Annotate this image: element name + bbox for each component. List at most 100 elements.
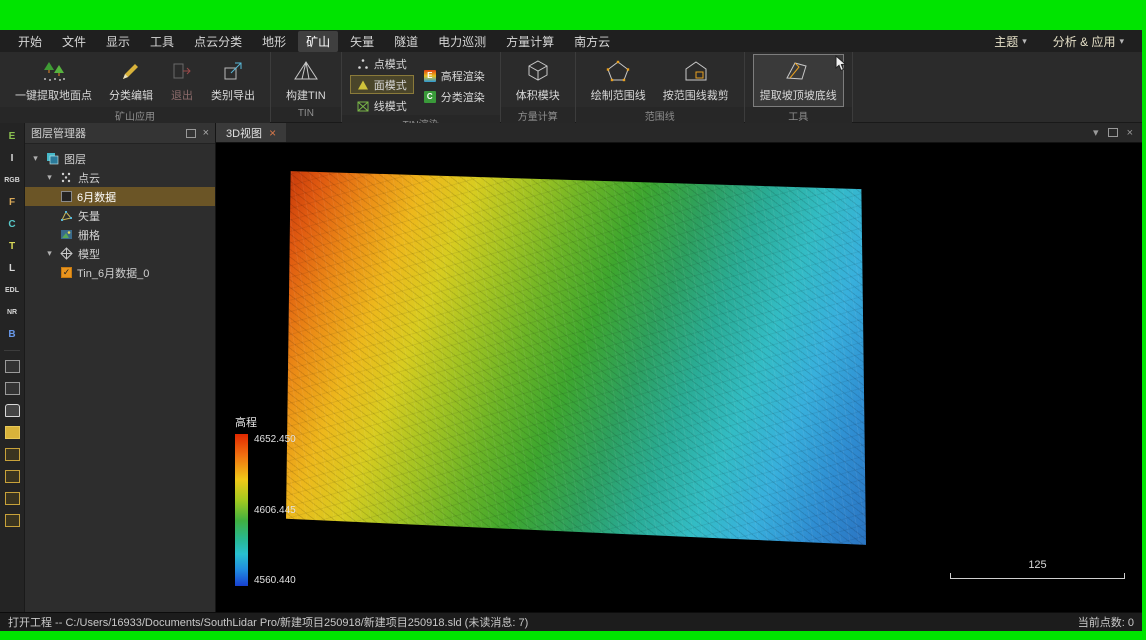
menu-item-tools[interactable]: 工具 xyxy=(142,31,182,52)
tree-row-model[interactable]: ▾ 模型 xyxy=(25,244,215,263)
extract-ground-label: 一键提取地面点 xyxy=(15,87,92,103)
chevron-down-icon: ▾ xyxy=(1022,36,1027,47)
sidebar-tool-f[interactable]: F xyxy=(3,194,21,211)
menu-item-volume[interactable]: 方量计算 xyxy=(498,31,562,52)
layer-panel-title: 图层管理器 xyxy=(31,125,86,141)
extract-slope-lines-button[interactable]: 提取坡顶坡底线 xyxy=(753,54,844,107)
tree-row-layers[interactable]: ▾ 图层 xyxy=(25,149,215,168)
extract-ground-button[interactable]: 一键提取地面点 xyxy=(8,54,99,107)
tree-row-vector[interactable]: ▾ 矢量 xyxy=(25,206,215,225)
cube-icon xyxy=(5,426,20,439)
scale-bar-label: 125 xyxy=(950,559,1125,571)
exit-button[interactable]: 退出 xyxy=(163,54,201,107)
slope-prism-icon xyxy=(784,58,812,84)
menu-item-pointcloud-classify[interactable]: 点云分类 xyxy=(186,31,250,52)
theme-menu[interactable]: 主题 ▾ xyxy=(986,31,1035,52)
tab-3d-view[interactable]: 3D视图 × xyxy=(216,123,286,142)
sidebar-tool-l[interactable]: L xyxy=(3,260,21,277)
menu-item-file[interactable]: 文件 xyxy=(54,31,94,52)
sidebar-tool-intensity[interactable]: I xyxy=(3,150,21,167)
sidebar-tool-b[interactable]: B xyxy=(3,326,21,343)
volume-module-label: 体积模块 xyxy=(516,87,560,103)
sidebar-tool-elevation[interactable]: E xyxy=(3,128,21,145)
status-point-count: 当前点数: 0 xyxy=(1078,614,1134,630)
tin-layer-checkbox[interactable]: ✓ xyxy=(61,267,72,278)
close-icon[interactable]: × xyxy=(203,127,209,139)
view-tab-controls: ▾ × xyxy=(1093,123,1142,142)
menu-item-vector[interactable]: 矢量 xyxy=(342,31,382,52)
menu-item-terrain[interactable]: 地形 xyxy=(254,31,294,52)
pentagon-icon xyxy=(605,58,631,84)
elevation-legend: 高程 4652.450 4606.445 4560.440 xyxy=(235,414,296,586)
menu-item-southcloud[interactable]: 南方云 xyxy=(566,31,618,52)
sidebar-tool-box-2[interactable] xyxy=(3,468,21,485)
group-label-tin: TIN xyxy=(271,107,341,122)
terrain-elevation-render[interactable] xyxy=(286,157,866,559)
class-render-button[interactable]: C 分类渲染 xyxy=(417,87,492,106)
point-mode-icon xyxy=(357,58,369,70)
model-group-label: 模型 xyxy=(78,246,100,262)
sidebar-tool-rgb[interactable]: RGB xyxy=(3,172,21,189)
box-icon xyxy=(5,514,20,527)
viewport-3d: 3D视图 × ▾ × 高程 4652.450 xyxy=(216,123,1142,612)
chevron-down-icon: ▾ xyxy=(1119,36,1124,47)
build-tin-label: 构建TIN xyxy=(286,87,326,103)
extract-slope-lines-label: 提取坡顶坡底线 xyxy=(760,87,837,103)
legend-max-value: 4652.450 xyxy=(254,434,296,445)
sidebar-tool-brush[interactable] xyxy=(3,358,21,375)
june-data-checkbox[interactable] xyxy=(61,191,72,202)
dock-icon[interactable] xyxy=(186,129,196,138)
menu-item-start[interactable]: 开始 xyxy=(10,31,50,52)
tab-close-icon[interactable]: × xyxy=(269,126,276,140)
layer-manager-panel: 图层管理器 × ▾ 图层 xyxy=(25,123,216,612)
face-mode-button[interactable]: 面模式 xyxy=(350,75,414,94)
sidebar-tool-box-4[interactable] xyxy=(3,512,21,529)
draw-boundary-button[interactable]: 绘制范围线 xyxy=(584,54,653,107)
export-arrow-icon xyxy=(221,58,245,84)
tree-row-pointcloud[interactable]: ▾ 点云 xyxy=(25,168,215,187)
trees-icon xyxy=(41,58,67,84)
ribbon-group-mine-apps: 一键提取地面点 分类编辑 xyxy=(0,52,271,122)
tree-row-raster[interactable]: ▾ 栅格 xyxy=(25,225,215,244)
expander-icon[interactable]: ▾ xyxy=(45,172,54,183)
color-ramp xyxy=(235,434,248,586)
legend-min-value: 4560.440 xyxy=(254,575,296,586)
sidebar-tool-cube[interactable] xyxy=(3,424,21,441)
tree-row-june-data[interactable]: 6月数据 xyxy=(25,187,215,206)
render-canvas[interactable]: 高程 4652.450 4606.445 4560.440 125 xyxy=(216,143,1142,612)
ribbon-group-boundary: 绘制范围线 按范围线裁剪 范围线 xyxy=(576,52,745,122)
tab-list-dropdown-icon[interactable]: ▾ xyxy=(1093,126,1099,139)
expander-icon[interactable]: ▾ xyxy=(31,153,40,164)
close-view-icon[interactable]: × xyxy=(1127,127,1133,139)
point-mode-button[interactable]: 点模式 xyxy=(350,54,414,73)
menu-item-display[interactable]: 显示 xyxy=(98,31,138,52)
analysis-apps-menu[interactable]: 分析 & 应用 ▾ xyxy=(1045,31,1132,52)
class-export-label: 类别导出 xyxy=(211,87,255,103)
float-window-icon[interactable] xyxy=(1108,128,1118,137)
line-mode-button[interactable]: 线模式 xyxy=(350,96,414,115)
class-export-button[interactable]: 类别导出 xyxy=(204,54,262,107)
menu-item-tunnel[interactable]: 隧道 xyxy=(386,31,426,52)
expander-icon[interactable]: ▾ xyxy=(45,248,54,259)
sidebar-tool-nr[interactable]: NR xyxy=(3,304,21,321)
sidebar-tool-box-3[interactable] xyxy=(3,490,21,507)
tree-row-tin-layer[interactable]: ✓ Tin_6月数据_0 xyxy=(25,263,215,282)
build-tin-button[interactable]: 构建TIN xyxy=(279,54,333,107)
sidebar-tool-c[interactable]: C xyxy=(3,216,21,233)
clip-boundary-button[interactable]: 按范围线裁剪 xyxy=(656,54,736,107)
menu-item-power[interactable]: 电力巡测 xyxy=(430,31,494,52)
sidebar-tool-measure[interactable] xyxy=(3,380,21,397)
sidebar-tool-edl[interactable]: EDL xyxy=(3,282,21,299)
legend-mid-value: 4606.445 xyxy=(254,505,296,516)
sidebar-tool-t[interactable]: T xyxy=(3,238,21,255)
classify-edit-button[interactable]: 分类编辑 xyxy=(102,54,160,107)
box-icon xyxy=(5,448,20,461)
menu-bar: 开始 文件 显示 工具 点云分类 地形 矿山 矢量 隧道 电力巡测 方量计算 南… xyxy=(0,30,1142,52)
menu-item-mine[interactable]: 矿山 xyxy=(298,31,338,52)
volume-module-button[interactable]: 体积模块 xyxy=(509,54,567,107)
measure-icon xyxy=(5,382,20,395)
sidebar-tool-box-1[interactable] xyxy=(3,446,21,463)
sidebar-tool-pan[interactable] xyxy=(3,402,21,419)
elevation-render-button[interactable]: E 高程渲染 xyxy=(417,66,492,85)
layer-panel-header: 图层管理器 × xyxy=(25,123,215,144)
